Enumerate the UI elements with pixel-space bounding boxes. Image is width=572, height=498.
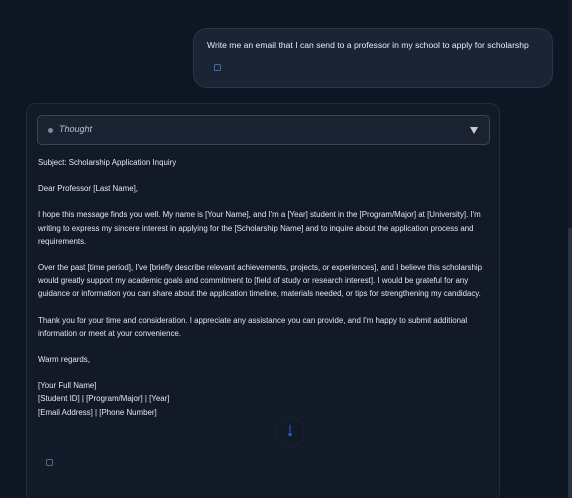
assistant-message-panel: Thought Subject: Scholarship Application… [26,103,500,498]
thought-dot-icon [48,128,53,133]
scrollbar-thumb[interactable] [568,228,572,498]
signature-line-contact: [Email Address] | [Phone Number] [38,407,157,417]
chat-page: Write me an email that I can send to a p… [0,0,572,498]
email-closing: Warm regards, [38,355,90,365]
email-body: Subject: Scholarship Application Inquiry… [38,156,490,419]
email-signature: [Your Full Name] [Student ID] | [Program… [38,379,490,419]
chevron-down-icon[interactable] [470,127,478,134]
thought-toggle[interactable]: Thought [37,115,490,145]
user-message-bubble: Write me an email that I can send to a p… [193,28,553,88]
thought-label: Thought [59,124,93,134]
signature-line-student: [Student ID] | [Program/Major] | [Year] [38,394,170,404]
email-paragraph-2: Over the past [time period], I've [brief… [38,263,483,299]
email-greeting: Dear Professor [Last Name], [38,184,138,194]
copy-icon[interactable] [214,64,221,71]
copy-icon[interactable] [46,459,53,466]
user-message-text: Write me an email that I can send to a p… [207,40,529,50]
email-subject: Subject: Scholarship Application Inquiry [38,158,177,167]
scroll-down-button[interactable]: ↓ [276,418,304,446]
signature-line-name: [Your Full Name] [38,381,97,391]
email-paragraph-1: I hope this message finds you well. My n… [38,210,481,246]
email-paragraph-3: Thank you for your time and consideratio… [38,315,468,338]
